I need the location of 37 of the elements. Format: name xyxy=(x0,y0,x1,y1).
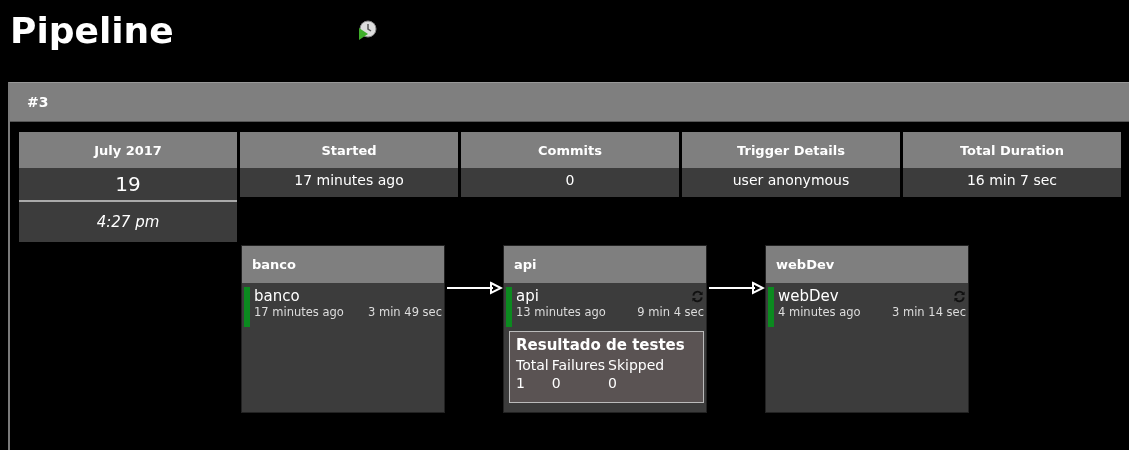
test-count: 0 xyxy=(551,374,562,392)
info-label: Started xyxy=(240,132,458,168)
column-header: Skipped xyxy=(608,356,665,374)
job-duration: 3 min 14 sec xyxy=(892,305,966,319)
stage-title: api xyxy=(504,246,706,283)
job-time: 17 minutes ago xyxy=(254,305,344,319)
job-time: 4 minutes ago xyxy=(778,305,861,319)
job-duration: 9 min 4 sec xyxy=(637,305,704,319)
info-value: 17 minutes ago xyxy=(240,168,458,197)
time-value: 4:27 pm xyxy=(19,200,237,242)
run-icon[interactable] xyxy=(356,19,378,41)
job-name[interactable]: banco xyxy=(254,287,300,305)
test-count: 0 xyxy=(608,374,618,392)
job-time: 13 minutes ago xyxy=(516,305,606,319)
info-value: 16 min 7 sec xyxy=(903,168,1121,197)
test-count: 1 xyxy=(516,374,526,392)
arrow xyxy=(707,281,765,295)
day-value: 19 xyxy=(19,168,237,200)
column-header: Total xyxy=(516,356,549,374)
info-value: 0 xyxy=(461,168,679,197)
info-value: user anonymous xyxy=(682,168,900,197)
job-name[interactable]: api xyxy=(516,287,539,305)
info-label: Commits xyxy=(461,132,679,168)
column-header: Failures xyxy=(551,356,606,374)
test-results-title: Resultado de testes xyxy=(516,336,686,354)
arrow xyxy=(445,281,503,295)
job-name[interactable]: webDev xyxy=(778,287,839,305)
info-label: Total Duration xyxy=(903,132,1121,168)
page-title: Pipeline xyxy=(10,9,175,51)
refresh-icon[interactable] xyxy=(953,290,966,303)
stage-title: banco xyxy=(242,246,444,283)
run-header: #3 xyxy=(10,83,1129,122)
info-label: Trigger Details xyxy=(682,132,900,168)
job-duration: 3 min 49 sec xyxy=(368,305,442,319)
stage-title: webDev xyxy=(766,246,968,283)
month-label: July 2017 xyxy=(19,132,237,168)
refresh-icon[interactable] xyxy=(691,290,704,303)
